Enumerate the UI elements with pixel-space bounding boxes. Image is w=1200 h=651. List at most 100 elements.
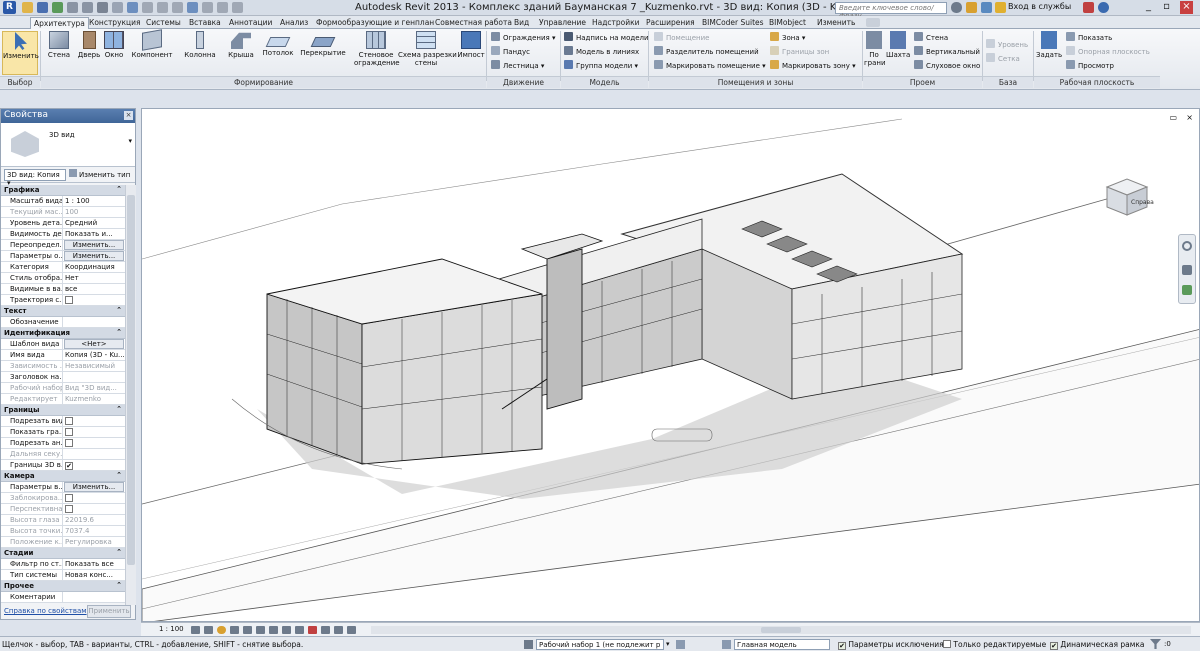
model-group-button[interactable]: Группа модели ▾ bbox=[564, 60, 638, 73]
close-button[interactable]: × bbox=[1180, 1, 1193, 14]
visual-style-icon[interactable] bbox=[204, 626, 213, 634]
tag-icon[interactable] bbox=[172, 2, 183, 13]
property-value[interactable]: Новая конс... bbox=[63, 570, 125, 580]
edit-type-button[interactable]: Изменить тип bbox=[69, 169, 130, 179]
property-value[interactable]: Нет bbox=[63, 273, 125, 283]
checkbox[interactable] bbox=[65, 296, 73, 304]
property-checkbox[interactable] bbox=[63, 295, 125, 305]
highlight-icon[interactable] bbox=[347, 626, 356, 634]
3d-viewport[interactable]: ▭ × Справа bbox=[141, 108, 1200, 622]
railing-button[interactable]: Ограждения ▾ bbox=[491, 32, 555, 45]
wall-button[interactable]: Стена bbox=[44, 31, 74, 59]
property-value[interactable]: Координация bbox=[63, 262, 125, 272]
viewer-button[interactable]: Просмотр bbox=[1066, 60, 1114, 73]
apply-button[interactable]: Применить bbox=[87, 605, 131, 618]
ref-plane-button[interactable]: Опорная плоскость bbox=[1066, 46, 1150, 59]
open-icon[interactable] bbox=[22, 2, 33, 13]
mullion-button[interactable]: Импост bbox=[456, 31, 486, 59]
tab-systems[interactable]: Системы bbox=[143, 17, 184, 29]
exchange-icon[interactable] bbox=[1083, 2, 1094, 13]
area-button[interactable]: Зона ▾ bbox=[770, 32, 805, 45]
search-input[interactable]: Введите ключевое слово/фразу bbox=[835, 2, 947, 20]
properties-scrollbar[interactable] bbox=[125, 185, 136, 605]
model-text-button[interactable]: Надпись на модели bbox=[564, 32, 649, 45]
properties-help-link[interactable]: Справка по свойствам bbox=[4, 607, 87, 615]
editable-only-icon[interactable] bbox=[676, 640, 685, 649]
set-work-plane-button[interactable]: Задать bbox=[1036, 31, 1062, 59]
roof-button[interactable]: Крыша bbox=[226, 31, 256, 59]
measure-icon[interactable] bbox=[112, 2, 123, 13]
3d-view-icon[interactable] bbox=[127, 2, 138, 13]
redo-icon[interactable] bbox=[82, 2, 93, 13]
property-value[interactable]: Показать все bbox=[63, 559, 125, 569]
close-hidden-icon[interactable] bbox=[217, 2, 228, 13]
temp-hide-icon[interactable] bbox=[295, 626, 304, 634]
tag-area-button[interactable]: Маркировать зону ▾ bbox=[770, 60, 856, 73]
login-button[interactable]: Вход в службы bbox=[1008, 2, 1071, 11]
checkbox[interactable] bbox=[65, 428, 73, 436]
filter-icon[interactable] bbox=[1150, 639, 1161, 649]
chevron-down-icon[interactable]: ▾ bbox=[666, 640, 670, 648]
tab-annotate[interactable]: Аннотации bbox=[226, 17, 275, 29]
curtain-system-button[interactable]: Стеновое ограждение bbox=[354, 31, 400, 67]
view-selector[interactable]: 3D вид: Копия ▾ bbox=[4, 169, 66, 187]
property-value[interactable] bbox=[63, 317, 125, 327]
dormer-button[interactable]: Слуховое окно bbox=[914, 60, 980, 73]
tab-view[interactable]: Вид bbox=[511, 17, 532, 29]
property-edit-button[interactable]: <Нет> bbox=[64, 339, 124, 349]
section-icon[interactable] bbox=[142, 2, 153, 13]
crop-view-icon[interactable] bbox=[256, 626, 265, 634]
property-section[interactable]: Графика bbox=[1, 185, 125, 196]
component-button[interactable]: Компонент bbox=[130, 29, 174, 59]
search-icon[interactable] bbox=[951, 2, 962, 13]
tab-structure[interactable]: Конструкция bbox=[86, 17, 144, 29]
close-view-icon[interactable]: × bbox=[1186, 113, 1193, 122]
maximize-button[interactable]: ▫ bbox=[1160, 1, 1173, 14]
print-icon[interactable] bbox=[97, 2, 108, 13]
tab-collaborate[interactable]: Совместная работа bbox=[432, 17, 515, 29]
tab-insert[interactable]: Вставка bbox=[186, 17, 224, 29]
model-line-button[interactable]: Модель в линиях bbox=[564, 46, 639, 59]
checkbox[interactable] bbox=[65, 439, 73, 447]
stair-button[interactable]: Лестница ▾ bbox=[491, 60, 544, 73]
tab-extensions[interactable]: Расширения bbox=[643, 17, 698, 29]
property-value[interactable]: Показать и... bbox=[63, 229, 125, 239]
level-button[interactable]: Уровень bbox=[986, 39, 1028, 52]
help-icon[interactable] bbox=[1098, 2, 1109, 13]
property-edit-button[interactable]: Изменить... bbox=[64, 482, 124, 492]
worksharing-display-icon[interactable] bbox=[321, 626, 330, 634]
view-scale[interactable]: 1 : 100 bbox=[159, 625, 184, 633]
zoom-icon[interactable] bbox=[1182, 265, 1192, 275]
tab-addins[interactable]: Надстройки bbox=[589, 17, 643, 29]
detail-level-icon[interactable] bbox=[191, 626, 200, 634]
tab-bimcoder[interactable]: BIMCoder Suites bbox=[699, 17, 767, 29]
dynamic-frame-checkbox[interactable]: ✔ Динамическая рамка bbox=[1050, 640, 1145, 650]
app-menu-icon[interactable]: R bbox=[3, 1, 16, 14]
sun-path-icon[interactable] bbox=[217, 626, 226, 634]
design-options-icon[interactable] bbox=[722, 640, 731, 649]
tab-massing[interactable]: Формообразующие и генплан bbox=[313, 17, 437, 29]
save-icon[interactable] bbox=[37, 2, 48, 13]
design-option-selector[interactable]: Главная модель bbox=[734, 639, 830, 650]
property-value[interactable] bbox=[63, 592, 125, 602]
grid-button[interactable]: Сетка bbox=[986, 53, 1020, 66]
by-face-button[interactable]: По грани bbox=[864, 31, 886, 67]
property-checkbox[interactable] bbox=[63, 416, 125, 426]
text-icon[interactable] bbox=[157, 2, 168, 13]
orbit-icon[interactable] bbox=[1182, 285, 1192, 295]
property-checkbox[interactable] bbox=[63, 427, 125, 437]
property-edit-button[interactable]: Изменить... bbox=[64, 240, 124, 250]
property-section[interactable]: Камера bbox=[1, 471, 125, 482]
lock-view-icon[interactable] bbox=[282, 626, 291, 634]
show-crop-icon[interactable] bbox=[269, 626, 278, 634]
property-section[interactable]: Текст bbox=[1, 306, 125, 317]
horizontal-scrollbar[interactable] bbox=[371, 626, 1191, 634]
editable-only-checkbox[interactable]: Только редактируемые bbox=[943, 640, 1046, 649]
switch-windows-icon[interactable] bbox=[232, 2, 243, 13]
property-section[interactable]: Прочее bbox=[1, 581, 125, 592]
column-button[interactable]: Колонна bbox=[182, 31, 218, 59]
area-boundary-button[interactable]: Границы зон bbox=[770, 46, 829, 59]
property-checkbox[interactable] bbox=[63, 438, 125, 448]
property-value[interactable] bbox=[63, 372, 125, 382]
opening-wall-button[interactable]: Стена bbox=[914, 32, 948, 45]
